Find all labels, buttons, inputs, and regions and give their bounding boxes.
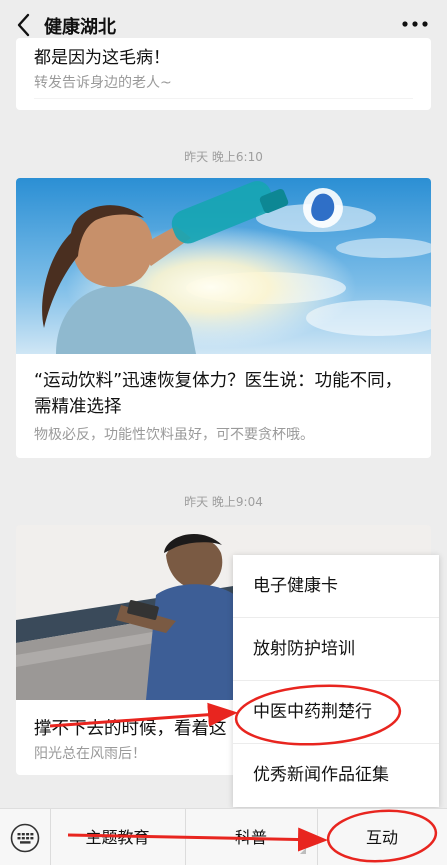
article-title: 撑不下去的时候，看着这 [34, 719, 227, 739]
sub-menu-popup: 电子健康卡 放射防护培训 中医中药荆楚行 优秀新闻作品征集 [233, 555, 439, 807]
article-title: “运动饮料”迅速恢复体力？医生说：功能不同，需精准选择 [34, 371, 403, 417]
back-chevron-icon[interactable] [14, 12, 36, 38]
account-title: 健康湖北 [44, 17, 116, 38]
article-card[interactable]: 都是因为这毛病！ 转发告诉身边的老人~ [16, 38, 431, 110]
more-options-icon[interactable] [401, 14, 429, 34]
article-card[interactable]: “运动饮料”迅速恢复体力？医生说：功能不同，需精准选择 物极必反，功能性饮料虽好… [16, 178, 431, 458]
menu-item-health-card[interactable]: 电子健康卡 [233, 555, 439, 618]
cover-image-woman-drinking [16, 178, 431, 354]
menu-caret-icon [300, 848, 306, 854]
message-timestamp: 昨天 晚上9:04 [184, 495, 263, 509]
card-divider [34, 98, 413, 99]
menu-item-tcm-jingchu[interactable]: 中医中药荆楚行 [233, 681, 439, 744]
bottom-menu-bar: 主题教育 科普 互动 [0, 808, 447, 865]
article-title: 都是因为这毛病！ [34, 48, 170, 68]
article-summary: 转发告诉身边的老人~ [34, 75, 172, 91]
menu-item-radiation-training[interactable]: 放射防护培训 [233, 618, 439, 681]
menu-item-news-awards[interactable]: 优秀新闻作品征集 [233, 744, 439, 807]
tab-science[interactable]: 科普 [185, 809, 317, 865]
article-summary: 物极必反，功能性饮料虽好，可不要贪杯哦。 [34, 427, 314, 443]
message-timestamp: 昨天 晚上6:10 [184, 150, 263, 164]
keyboard-icon[interactable] [10, 823, 40, 853]
tab-theme-education[interactable]: 主题教育 [50, 809, 185, 865]
article-summary: 阳光总在风雨后！ [34, 746, 146, 762]
tab-interaction[interactable]: 互动 [317, 809, 447, 865]
